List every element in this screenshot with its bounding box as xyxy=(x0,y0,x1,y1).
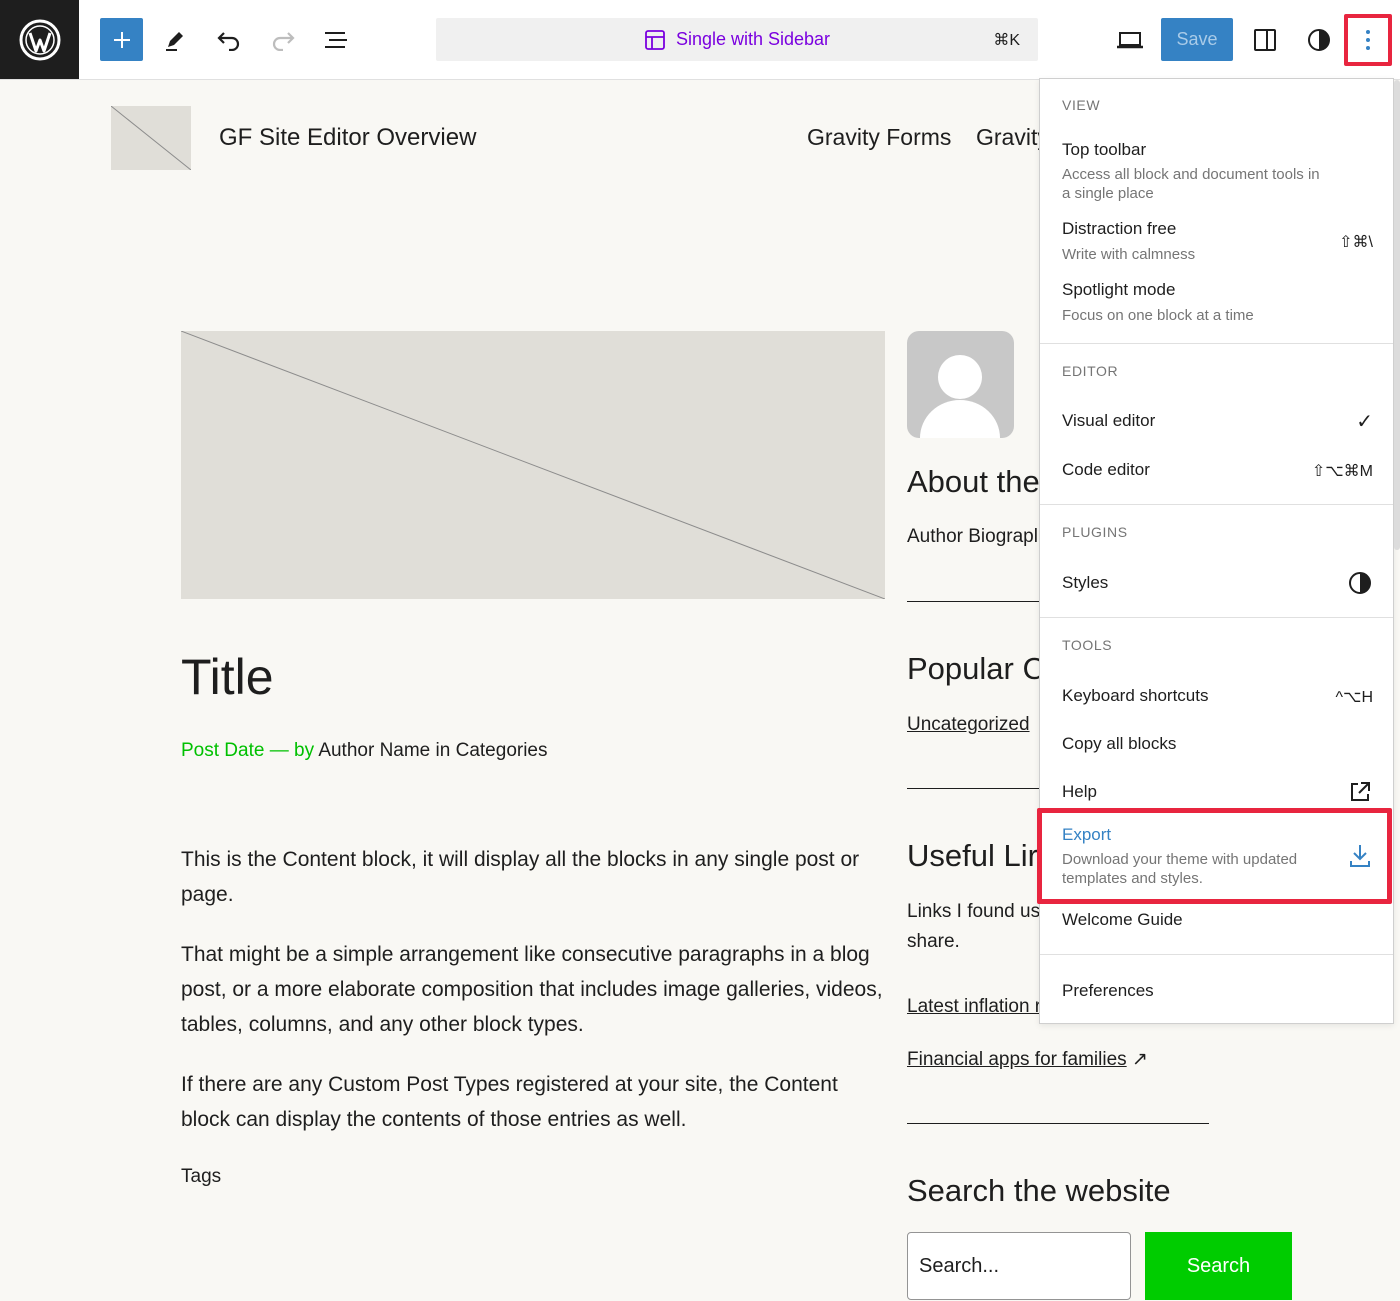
laptop-icon xyxy=(1117,32,1143,49)
menu-item-copy-all-blocks[interactable]: Copy all blocks xyxy=(1062,734,1176,754)
post-date[interactable]: Post Date xyxy=(181,740,264,761)
meta-dash: — xyxy=(269,740,289,761)
sidebar-icon xyxy=(1254,29,1276,51)
block-inserter-button[interactable] xyxy=(100,18,143,61)
styles-button[interactable] xyxy=(1302,22,1336,58)
editor-section-title: EDITOR xyxy=(1062,363,1119,379)
about-author-heading[interactable]: About the xyxy=(907,464,1040,500)
links-intro-line-2[interactable]: share. xyxy=(907,931,960,953)
separator xyxy=(907,788,1039,789)
options-menu-button[interactable] xyxy=(1344,14,1392,66)
placeholder-icon xyxy=(180,330,886,600)
code-editor-shortcut: ⇧⌥⌘M xyxy=(1311,463,1373,480)
separator xyxy=(907,1123,1209,1124)
site-title[interactable]: GF Site Editor Overview xyxy=(219,124,476,152)
author-avatar[interactable] xyxy=(907,331,1014,438)
post-tags[interactable]: Tags xyxy=(181,1166,221,1188)
menu-item-distraction-free[interactable]: Distraction free xyxy=(1062,219,1176,239)
popular-categories-heading[interactable]: Popular C xyxy=(907,651,1045,687)
pencil-icon xyxy=(166,32,183,51)
search-input[interactable]: Search... xyxy=(907,1232,1131,1300)
site-logo-placeholder[interactable] xyxy=(110,105,192,171)
external-link-icon xyxy=(1351,782,1370,801)
template-title: Single with Sidebar xyxy=(436,18,1038,61)
author-biography[interactable]: Author Biograpl xyxy=(907,526,1038,548)
list-view-icon xyxy=(325,32,347,48)
half-circle-contrast-icon xyxy=(1308,29,1330,51)
editor-top-toolbar: Single with Sidebar ⌘K Save xyxy=(0,0,1400,80)
vertical-ellipsis-icon xyxy=(1366,30,1370,50)
redo-icon xyxy=(272,32,295,51)
wordpress-icon xyxy=(19,19,60,60)
post-meta: Post Date — by Author Name in Categories xyxy=(181,740,548,762)
latest-inflation-link[interactable]: Latest inflation r xyxy=(907,996,1041,1018)
menu-item-code-editor[interactable]: Code editor xyxy=(1062,460,1150,480)
menu-item-visual-editor[interactable]: Visual editor xyxy=(1062,411,1155,431)
financial-apps-link[interactable]: Financial apps for families xyxy=(907,1049,1127,1070)
menu-item-preferences[interactable]: Preferences xyxy=(1062,981,1154,1001)
spotlight-mode-description: Focus on one block at a time xyxy=(1062,307,1254,324)
menu-item-styles[interactable]: Styles xyxy=(1062,573,1108,593)
layout-icon xyxy=(645,29,665,50)
keyboard-shortcuts-shortcut: ^⌥H xyxy=(1335,689,1374,706)
search-heading[interactable]: Search the website xyxy=(907,1173,1171,1209)
menu-divider xyxy=(1040,343,1393,344)
menu-divider xyxy=(1040,617,1393,618)
template-title-text: Single with Sidebar xyxy=(675,29,831,49)
distraction-free-shortcut: ⇧⌘\ xyxy=(1339,234,1373,251)
export-highlight-box xyxy=(1037,808,1392,904)
post-author[interactable]: Author Name xyxy=(318,740,430,761)
category-link[interactable]: Uncategorized xyxy=(907,714,1030,736)
external-arrow-icon: ↗ xyxy=(1131,1049,1148,1070)
financial-apps-link-row: Financial apps for families ↗ xyxy=(907,1048,1148,1071)
content-paragraph[interactable]: This is the Content block, it will displ… xyxy=(181,842,891,912)
canvas-scrollbar[interactable] xyxy=(1394,80,1400,550)
menu-item-help[interactable]: Help xyxy=(1062,782,1097,802)
view-section-title: VIEW xyxy=(1062,97,1101,113)
post-categories[interactable]: in Categories xyxy=(436,740,548,761)
save-button[interactable]: Save xyxy=(1161,18,1233,61)
menu-item-spotlight-mode[interactable]: Spotlight mode xyxy=(1062,280,1175,300)
top-toolbar-description: Access all block and document tools in a… xyxy=(1062,166,1320,202)
nav-item-gravity-forms[interactable]: Gravity Forms xyxy=(807,124,951,151)
menu-item-welcome-guide[interactable]: Welcome Guide xyxy=(1062,910,1183,930)
plus-icon xyxy=(113,31,130,48)
tools-button[interactable] xyxy=(160,22,190,58)
list-view-button[interactable] xyxy=(320,22,352,58)
settings-sidebar-button[interactable] xyxy=(1248,22,1282,58)
device-preview-button[interactable] xyxy=(1112,22,1148,58)
command-shortcut: ⌘K xyxy=(993,31,1020,49)
distraction-free-description: Write with calmness xyxy=(1062,246,1196,263)
post-title[interactable]: Title xyxy=(181,648,274,706)
placeholder-icon xyxy=(110,105,192,171)
tools-section-title: TOOLS xyxy=(1062,637,1113,653)
nav-item-gravity[interactable]: Gravity xyxy=(976,124,1049,151)
undo-icon xyxy=(217,32,240,51)
wordpress-logo-button[interactable] xyxy=(0,0,79,79)
menu-item-top-toolbar[interactable]: Top toolbar xyxy=(1062,140,1146,160)
meta-by: by xyxy=(294,740,315,761)
content-paragraph[interactable]: If there are any Custom Post Types regis… xyxy=(181,1067,891,1137)
redo-button[interactable] xyxy=(267,22,299,58)
menu-item-keyboard-shortcuts[interactable]: Keyboard shortcuts xyxy=(1062,686,1208,706)
content-paragraph[interactable]: That might be a simple arrangement like … xyxy=(181,937,891,1042)
half-circle-contrast-icon xyxy=(1349,572,1371,594)
featured-image-placeholder[interactable] xyxy=(180,330,886,600)
plugins-section-title: PLUGINS xyxy=(1062,524,1128,540)
user-avatar-icon xyxy=(920,355,1000,438)
search-button[interactable]: Search xyxy=(1145,1232,1292,1300)
useful-links-heading[interactable]: Useful Lir xyxy=(907,838,1038,874)
separator xyxy=(907,601,1039,602)
menu-divider xyxy=(1040,504,1393,505)
undo-button[interactable] xyxy=(213,22,245,58)
check-icon: ✓ xyxy=(1356,411,1373,433)
command-palette-button[interactable]: Single with Sidebar ⌘K xyxy=(436,18,1038,61)
menu-divider xyxy=(1040,954,1393,955)
links-intro-line-1[interactable]: Links I found us xyxy=(907,901,1040,923)
